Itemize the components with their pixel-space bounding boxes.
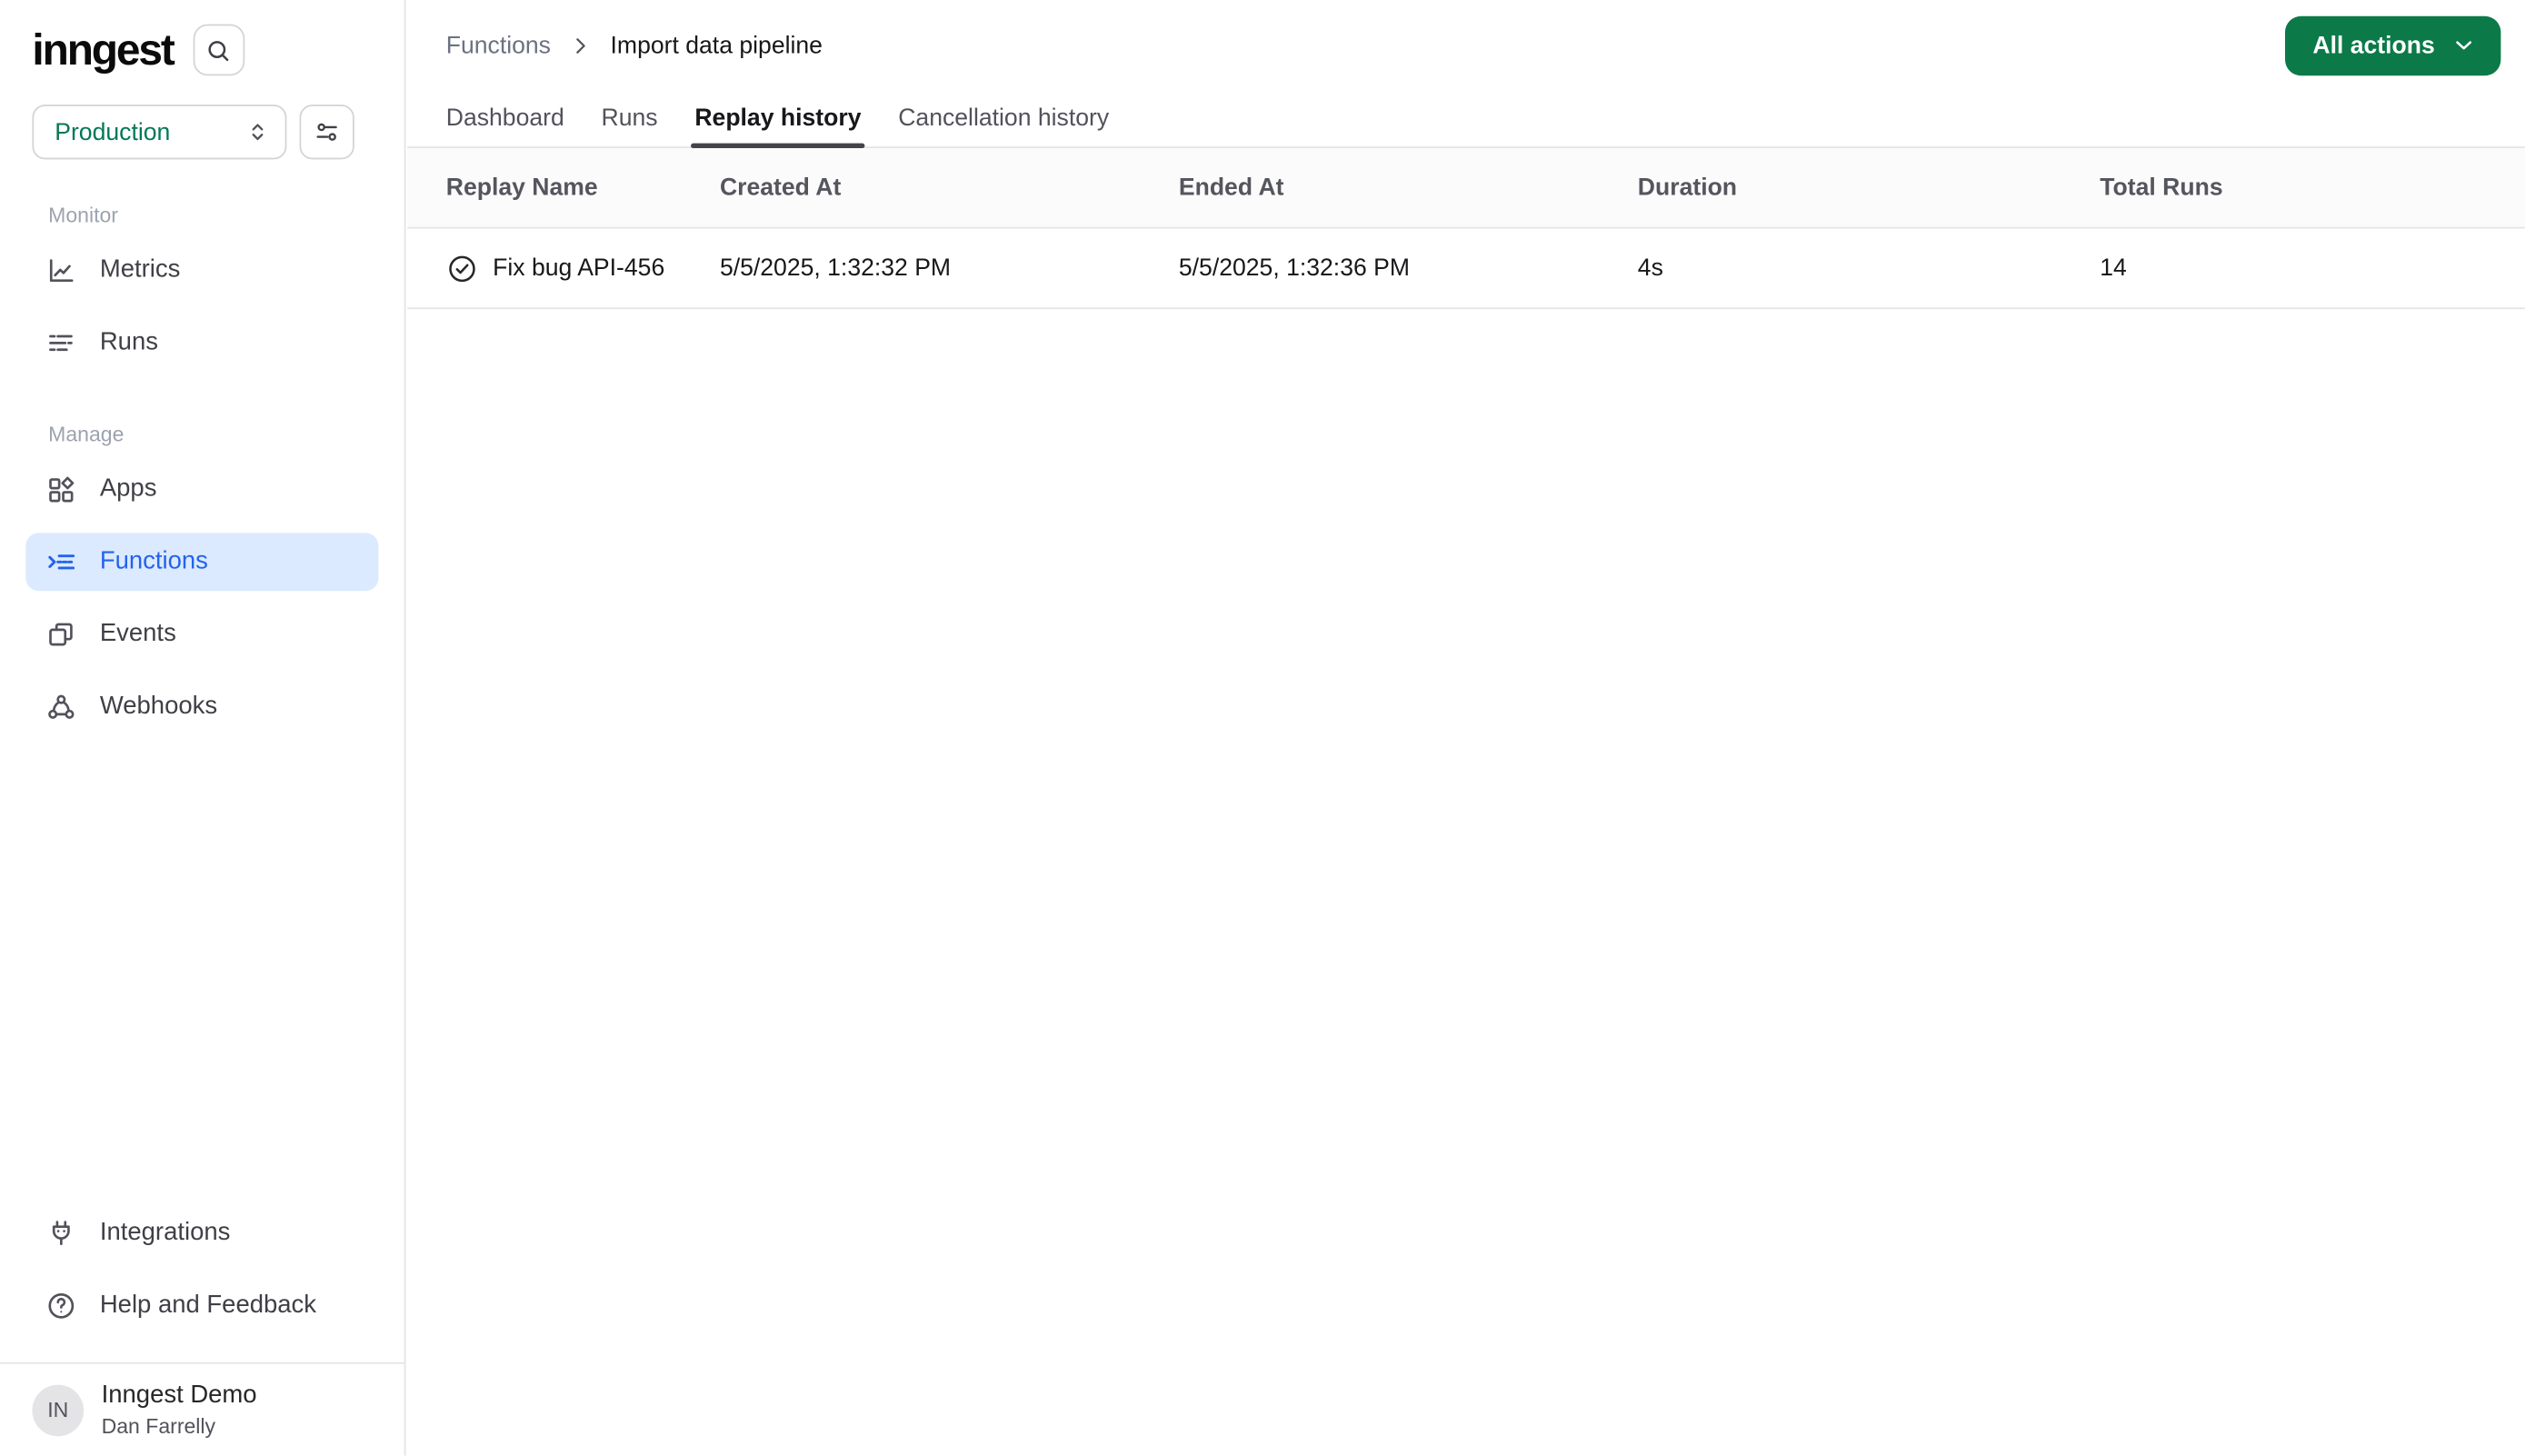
sidebar-item-runs[interactable]: Runs	[25, 314, 378, 372]
sidebar-item-integrations[interactable]: Integrations	[25, 1204, 378, 1262]
webhook-icon	[45, 691, 77, 723]
user-name: Dan Farrelly	[101, 1413, 216, 1439]
environment-label: Production	[55, 118, 171, 146]
sidebar: inngest Production Monitor Metrics Runs …	[0, 0, 406, 1456]
app-root: inngest Production Monitor Metrics Runs …	[0, 0, 2525, 1456]
chart-line-icon	[45, 254, 77, 286]
sidebar-header: inngest	[0, 0, 404, 90]
help-circle-icon	[45, 1290, 77, 1321]
dashed-list-icon	[45, 327, 77, 359]
tab-bar: Dashboard Runs Replay history Cancellati…	[407, 90, 2525, 148]
check-circle-icon	[446, 252, 478, 284]
tab-replay-history[interactable]: Replay history	[691, 90, 865, 148]
sliders-icon	[313, 117, 342, 146]
avatar: IN	[32, 1383, 85, 1436]
column-header-duration: Duration	[1637, 174, 1738, 202]
column-header-created-at: Created At	[719, 174, 842, 202]
column-header-ended-at: Ended At	[1178, 174, 1284, 202]
ended-at-cell: 5/5/2025, 1:32:36 PM	[1178, 254, 1410, 283]
sidebar-item-apps[interactable]: Apps	[25, 461, 378, 519]
table-row[interactable]: Fix bug API-456 5/5/2025, 1:32:32 PM 5/5…	[407, 228, 2525, 310]
tab-cancellation-history[interactable]: Cancellation history	[898, 90, 1109, 146]
overlapping-squares-icon	[45, 618, 77, 650]
sidebar-item-metrics[interactable]: Metrics	[25, 242, 378, 300]
sidebar-item-events[interactable]: Events	[25, 605, 378, 663]
main-content: Functions Import data pipeline All actio…	[407, 0, 2525, 1456]
org-name: Inngest Demo	[101, 1381, 257, 1410]
replay-name: Fix bug API-456	[493, 254, 665, 283]
search-button[interactable]	[192, 24, 245, 76]
sidebar-footer: Integrations Help and Feedback	[0, 1204, 404, 1362]
sidebar-item-label: Help and Feedback	[99, 1291, 316, 1320]
sidebar-item-label: Functions	[99, 547, 208, 575]
column-header-total-runs: Total Runs	[2100, 174, 2223, 202]
environment-filter-button[interactable]	[299, 105, 354, 160]
environment-selector[interactable]: Production	[32, 105, 287, 160]
breadcrumb-functions[interactable]: Functions	[446, 32, 551, 59]
function-list-icon	[45, 546, 77, 578]
section-label-manage: Manage	[48, 422, 125, 446]
all-actions-button[interactable]: All actions	[2285, 15, 2501, 75]
tab-runs[interactable]: Runs	[602, 90, 658, 146]
total-runs-cell: 14	[2100, 254, 2127, 283]
tab-dashboard[interactable]: Dashboard	[446, 90, 564, 146]
chevron-up-down-icon	[245, 119, 270, 145]
chevron-right-icon	[568, 33, 593, 57]
breadcrumb: Functions Import data pipeline	[446, 32, 823, 59]
sidebar-item-label: Runs	[99, 328, 158, 356]
sidebar-item-help-and-feedback[interactable]: Help and Feedback	[25, 1277, 378, 1335]
sidebar-item-label: Events	[99, 620, 176, 648]
created-at-cell: 5/5/2025, 1:32:32 PM	[719, 254, 952, 283]
inngest-logo[interactable]: inngest	[32, 25, 175, 75]
plug-icon	[45, 1217, 77, 1249]
column-header-replay-name: Replay Name	[445, 174, 598, 202]
sidebar-item-label: Integrations	[99, 1219, 231, 1247]
chevron-down-icon	[2450, 32, 2476, 57]
sidebar-item-label: Metrics	[99, 255, 181, 284]
sidebar-item-label: Webhooks	[99, 692, 218, 720]
section-label-monitor: Monitor	[48, 203, 118, 227]
page-title: Import data pipeline	[610, 31, 823, 59]
apps-grid-icon	[45, 474, 77, 505]
sidebar-item-webhooks[interactable]: Webhooks	[25, 678, 378, 736]
duration-cell: 4s	[1637, 254, 1663, 283]
all-actions-label: All actions	[2312, 31, 2435, 59]
search-icon	[205, 36, 232, 64]
sidebar-item-functions[interactable]: Functions	[25, 533, 379, 592]
table-header-row: Replay Name Created At Ended At Duration…	[407, 147, 2525, 229]
sidebar-item-label: Apps	[99, 474, 157, 503]
environment-row: Production	[0, 90, 404, 160]
replay-name-cell: Fix bug API-456	[446, 252, 720, 284]
topbar: Functions Import data pipeline All actio…	[407, 0, 2525, 90]
user-menu[interactable]: IN Inngest Demo Dan Farrelly	[0, 1361, 404, 1456]
user-info: Inngest Demo Dan Farrelly	[102, 1381, 257, 1438]
